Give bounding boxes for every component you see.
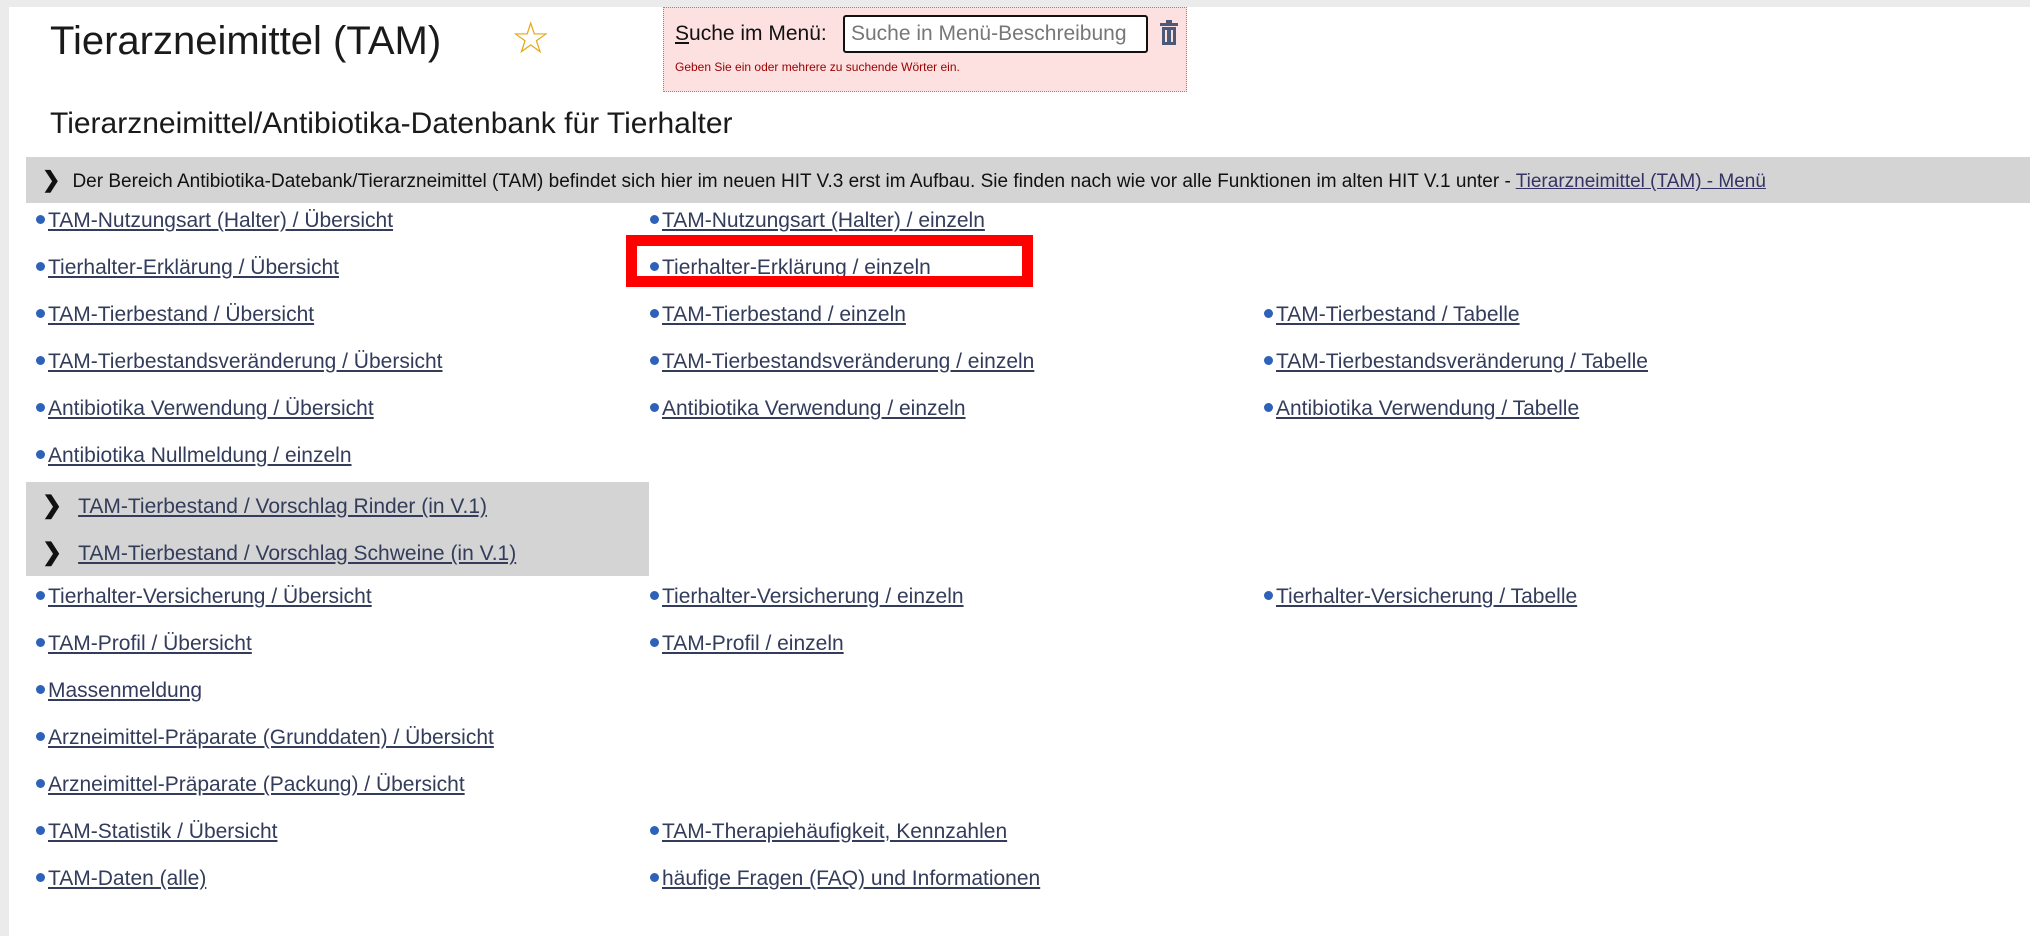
- bullet-icon: [1264, 356, 1273, 366]
- chevron-right-icon: ❯: [42, 492, 63, 519]
- list-item: Tierhalter-Erklärung / Übersicht: [36, 253, 339, 283]
- menu-link[interactable]: Massenmeldung: [48, 679, 202, 702]
- bullet-icon: [36, 262, 45, 272]
- highlight-box: [626, 235, 1033, 287]
- menu-link[interactable]: TAM-Tierbestandsveränderung / einzeln: [662, 350, 1034, 373]
- chevron-right-icon: ❯: [42, 539, 63, 566]
- list-item: TAM-Tierbestand / Übersicht: [36, 300, 314, 330]
- section-subtitle: Tierarzneimittel/Antibiotika-Datenbank f…: [50, 107, 733, 140]
- menu-link[interactable]: Antibiotika Verwendung / einzeln: [662, 397, 966, 420]
- menu-link[interactable]: Antibiotika Nullmeldung / einzeln: [48, 444, 352, 467]
- list-item: TAM-Tierbestandsveränderung / einzeln: [650, 347, 1034, 377]
- page-title: Tierarzneimittel (TAM): [50, 19, 442, 63]
- grey-menu-row: ❯ TAM-Tierbestand / Vorschlag Rinder (in …: [26, 482, 649, 529]
- menu-link[interactable]: TAM-Tierbestand / Vorschlag Schweine (in…: [78, 542, 516, 565]
- list-item: TAM-Profil / einzeln: [650, 629, 844, 659]
- bullet-icon: [36, 450, 45, 460]
- list-item: Arzneimittel-Präparate (Grunddaten) / Üb…: [36, 723, 494, 753]
- search-hint: Geben Sie ein oder mehrere zu suchende W…: [675, 60, 960, 74]
- bullet-icon: [650, 826, 659, 836]
- bullet-icon: [36, 638, 45, 648]
- trash-icon[interactable]: [1158, 20, 1180, 46]
- menu-link[interactable]: TAM-Tierbestand / einzeln: [662, 303, 906, 326]
- list-item: TAM-Tierbestandsveränderung / Tabelle: [1264, 347, 1648, 377]
- menu-link[interactable]: Tierhalter-Versicherung / Übersicht: [48, 585, 372, 608]
- menu-link[interactable]: TAM-Tierbestandsveränderung / Tabelle: [1276, 350, 1648, 373]
- list-item: TAM-Therapiehäufigkeit, Kennzahlen: [650, 817, 1007, 847]
- bullet-icon: [650, 215, 659, 225]
- menu-link[interactable]: Antibiotika Verwendung / Tabelle: [1276, 397, 1579, 420]
- bullet-icon: [1264, 591, 1273, 601]
- menu-link[interactable]: Arzneimittel-Präparate (Packung) / Übers…: [48, 773, 465, 796]
- bullet-icon: [36, 826, 45, 836]
- menu-link[interactable]: TAM-Tierbestand / Übersicht: [48, 303, 314, 326]
- list-item: Massenmeldung: [36, 676, 202, 706]
- menu-link[interactable]: Tierhalter-Versicherung / einzeln: [662, 585, 964, 608]
- bullet-icon: [36, 591, 45, 601]
- list-item: Tierhalter-Versicherung / Übersicht: [36, 582, 372, 612]
- list-item: TAM-Profil / Übersicht: [36, 629, 252, 659]
- menu-link[interactable]: TAM-Tierbestandsveränderung / Übersicht: [48, 350, 443, 373]
- bullet-icon: [36, 732, 45, 742]
- menu-link[interactable]: TAM-Nutzungsart (Halter) / Übersicht: [48, 209, 393, 232]
- menu-link[interactable]: häufige Fragen (FAQ) und Informationen: [662, 867, 1040, 890]
- menu-link[interactable]: Antibiotika Verwendung / Übersicht: [48, 397, 374, 420]
- bullet-icon: [1264, 309, 1273, 319]
- list-item: Antibiotika Verwendung / Übersicht: [36, 394, 374, 424]
- menu-link[interactable]: TAM-Profil / Übersicht: [48, 632, 252, 655]
- menu-link[interactable]: TAM-Tierbestand / Tabelle: [1276, 303, 1520, 326]
- list-item: Antibiotika Verwendung / einzeln: [650, 394, 966, 424]
- bullet-icon: [36, 779, 45, 789]
- list-item: häufige Fragen (FAQ) und Informationen: [650, 864, 1040, 894]
- page: Tierarzneimittel (TAM) ☆ Suche im Menü: …: [9, 7, 2030, 936]
- bullet-icon: [650, 403, 659, 413]
- list-item: Tierhalter-Versicherung / einzeln: [650, 582, 964, 612]
- grey-menu-row: ❯ TAM-Tierbestand / Vorschlag Schweine (i…: [26, 529, 649, 576]
- notice-text: Der Bereich Antibiotika-Datebank/Tierarz…: [72, 171, 1516, 192]
- list-item: TAM-Tierbestandsveränderung / Übersicht: [36, 347, 443, 377]
- menu-link[interactable]: Arzneimittel-Präparate (Grunddaten) / Üb…: [48, 726, 494, 749]
- bullet-icon: [36, 403, 45, 413]
- menu-link[interactable]: TAM-Tierbestand / Vorschlag Rinder (in V…: [78, 495, 487, 518]
- bullet-icon: [36, 215, 45, 225]
- list-item: TAM-Tierbestand / einzeln: [650, 300, 906, 330]
- bullet-icon: [650, 309, 659, 319]
- bullet-icon: [650, 873, 659, 883]
- list-item: Antibiotika Verwendung / Tabelle: [1264, 394, 1579, 424]
- list-item: TAM-Statistik / Übersicht: [36, 817, 277, 847]
- list-item: TAM-Nutzungsart (Halter) / einzeln: [650, 206, 985, 236]
- list-item: TAM-Nutzungsart (Halter) / Übersicht: [36, 206, 393, 236]
- favorite-star-icon[interactable]: ☆: [511, 17, 550, 61]
- bullet-icon: [36, 685, 45, 695]
- menu-search-input[interactable]: [843, 15, 1148, 53]
- bullet-icon: [650, 356, 659, 366]
- bullet-icon: [36, 309, 45, 319]
- list-item: Antibiotika Nullmeldung / einzeln: [36, 441, 352, 471]
- bullet-icon: [650, 638, 659, 648]
- list-item: Arzneimittel-Präparate (Packung) / Übers…: [36, 770, 465, 800]
- menu-link[interactable]: TAM-Profil / einzeln: [662, 632, 844, 655]
- menu-link[interactable]: TAM-Nutzungsart (Halter) / einzeln: [662, 209, 985, 232]
- bullet-icon: [1264, 403, 1273, 413]
- menu-link[interactable]: Tierhalter-Erklärung / Übersicht: [48, 256, 339, 279]
- chevron-right-icon: ❯: [42, 167, 61, 192]
- list-item: Tierhalter-Versicherung / Tabelle: [1264, 582, 1577, 612]
- list-item: TAM-Tierbestand / Tabelle: [1264, 300, 1520, 330]
- list-item: TAM-Daten (alle): [36, 864, 206, 894]
- search-label: Suche im Menü:: [675, 22, 827, 45]
- menu-link[interactable]: TAM-Daten (alle): [48, 867, 206, 890]
- menu-link[interactable]: TAM-Therapiehäufigkeit, Kennzahlen: [662, 820, 1007, 843]
- notice-bar: ❯ Der Bereich Antibiotika-Datebank/Tierar…: [26, 157, 2030, 203]
- notice-link[interactable]: Tierarzneimittel (TAM) - Menü: [1516, 171, 1766, 192]
- menu-link[interactable]: Tierhalter-Versicherung / Tabelle: [1276, 585, 1577, 608]
- menu-link[interactable]: TAM-Statistik / Übersicht: [48, 820, 277, 843]
- bullet-icon: [36, 873, 45, 883]
- menu-search-panel: Suche im Menü: Geben Sie ein oder mehrer…: [663, 7, 1187, 92]
- bullet-icon: [36, 356, 45, 366]
- bullet-icon: [650, 591, 659, 601]
